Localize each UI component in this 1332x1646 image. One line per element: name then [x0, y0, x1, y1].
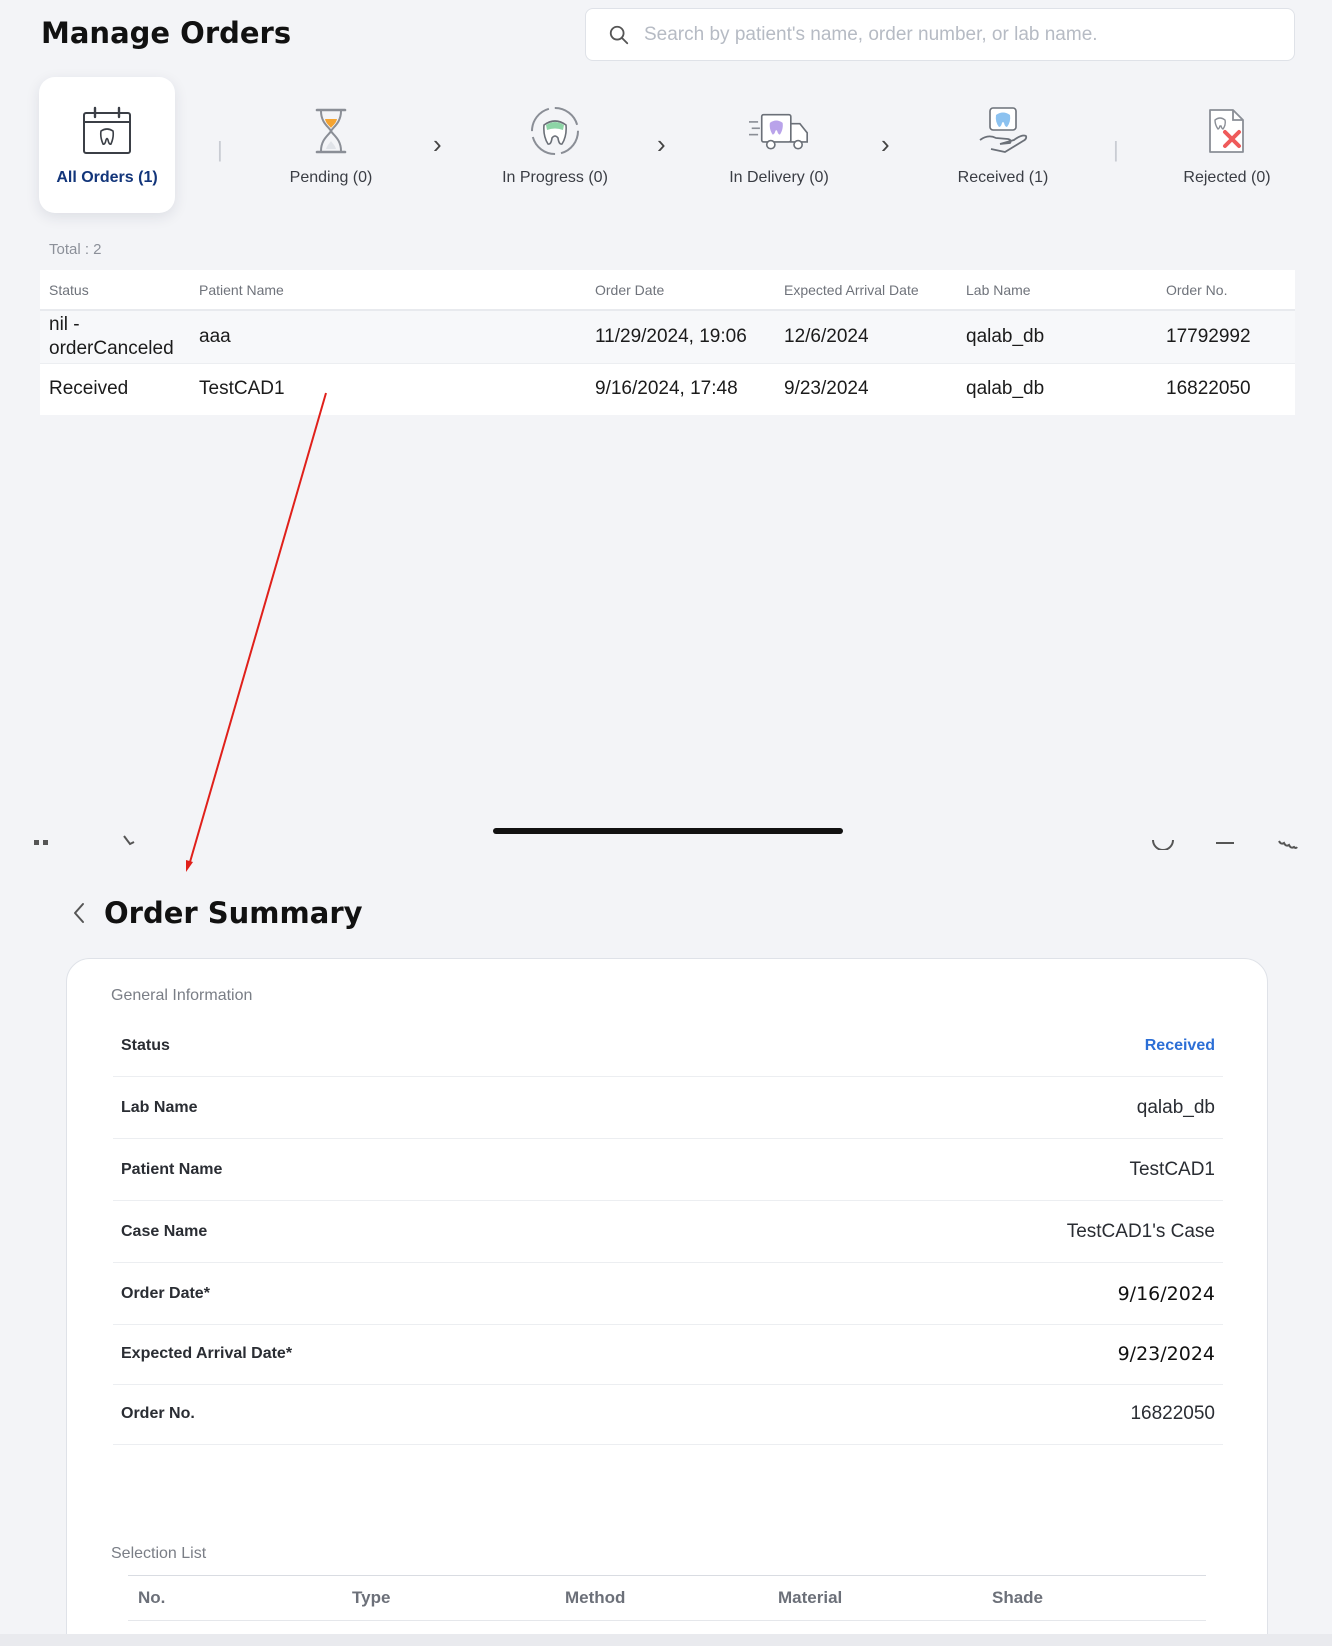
section-label-selection: Selection List [111, 1545, 207, 1562]
connection-icon [123, 835, 135, 846]
cell-status: Received [40, 362, 190, 415]
info-row-order-date: Order Date* 9/16/2024 [113, 1263, 1223, 1325]
cell-status: nil - orderCanceled [40, 310, 190, 363]
info-value: 9/23/2024 [1117, 1342, 1215, 1365]
info-row-case-name: Case Name TestCAD1's Case [113, 1201, 1223, 1263]
info-value: TestCAD1 [1129, 1158, 1215, 1180]
profile-icon [1152, 839, 1174, 850]
column-header-patient-name[interactable]: Patient Name [190, 270, 586, 311]
selection-list-header: No. Type Method Material Shade [128, 1575, 1206, 1621]
column-header-method: Method [565, 1588, 626, 1607]
cell-order-date: 9/16/2024, 17:48 [586, 362, 775, 415]
column-header-shade: Shade [992, 1588, 1044, 1607]
search-input[interactable] [644, 23, 1264, 46]
download-icon [1216, 842, 1234, 844]
signal-icon [34, 840, 48, 845]
total-count: Total : 2 [49, 241, 102, 258]
search-box[interactable] [585, 8, 1295, 61]
info-value: 16822050 [1130, 1402, 1215, 1424]
info-value: TestCAD1's Case [1066, 1220, 1215, 1242]
info-row-lab-name: Lab Name qalab_db [113, 1077, 1223, 1139]
table-row[interactable]: nil - orderCanceled aaa 11/29/2024, 19:0… [40, 310, 1295, 363]
table-header-row: Status Patient Name Order Date Expected … [40, 270, 1295, 311]
info-row-status: Status Received [113, 1015, 1223, 1077]
settings-icon [1278, 840, 1298, 849]
cell-patient: aaa [190, 310, 586, 363]
step-label: All Orders (1) [56, 169, 158, 186]
info-row-order-no: Order No. 16822050 [113, 1383, 1223, 1445]
info-key: Lab Name [121, 1098, 198, 1116]
section-label-general: General Information [111, 987, 253, 1004]
info-row-patient-name: Patient Name TestCAD1 [113, 1139, 1223, 1201]
summary-title: Order Summary [104, 896, 363, 930]
chevron-right-icon: › [657, 129, 666, 159]
column-header-order-date[interactable]: Order Date [586, 270, 775, 311]
step-in-progress[interactable]: In Progress (0) [487, 77, 623, 213]
cell-lab: qalab_db [957, 310, 1157, 363]
info-key: Status [121, 1036, 170, 1054]
order-summary-card: General Information Status Received Lab … [66, 958, 1268, 1646]
info-row-expected-arrival: Expected Arrival Date* 9/23/2024 [113, 1323, 1223, 1385]
step-label: Received (1) [957, 169, 1049, 186]
cell-lab: qalab_db [957, 362, 1157, 415]
step-all-orders[interactable]: All Orders (1) [39, 77, 175, 213]
home-indicator [493, 828, 843, 834]
orders-table: Status Patient Name Order Date Expected … [40, 270, 1295, 415]
column-header-material: Material [778, 1588, 843, 1607]
status-badge: Received [1144, 1036, 1215, 1054]
back-button[interactable] [67, 898, 91, 928]
divider: | [217, 137, 223, 162]
step-in-delivery[interactable]: In Delivery (0) [711, 77, 847, 213]
step-received[interactable]: Received (1) [935, 77, 1071, 213]
hand-tooth-icon [979, 107, 1028, 153]
info-key: Expected Arrival Date* [121, 1344, 293, 1362]
column-header-status[interactable]: Status [40, 270, 190, 311]
step-label: Pending (0) [289, 169, 373, 186]
rejected-document-icon [1209, 109, 1244, 153]
column-header-type: Type [352, 1588, 391, 1607]
step-rejected[interactable]: Rejected (0) [1159, 77, 1295, 213]
info-key: Order No. [121, 1404, 195, 1422]
cell-arrival: 12/6/2024 [775, 310, 957, 363]
page-title: Manage Orders [41, 16, 292, 50]
column-header-expected-arrival[interactable]: Expected Arrival Date [775, 270, 957, 311]
hourglass-icon [315, 108, 347, 154]
bottom-edge [0, 1634, 1332, 1646]
table-row[interactable]: Received TestCAD1 9/16/2024, 17:48 9/23/… [40, 362, 1295, 415]
column-header-order-no[interactable]: Order No. [1157, 270, 1295, 311]
cell-arrival: 9/23/2024 [775, 362, 957, 415]
calendar-tooth-icon [83, 106, 131, 154]
chevron-right-icon: › [881, 129, 890, 159]
search-icon [609, 25, 629, 44]
step-label: Rejected (0) [1183, 169, 1271, 186]
info-value: 9/16/2024 [1117, 1282, 1215, 1305]
step-pending[interactable]: Pending (0) [263, 77, 399, 213]
info-value: qalab_db [1136, 1096, 1215, 1118]
column-header-no: No. [138, 1588, 166, 1607]
column-header-lab-name[interactable]: Lab Name [957, 270, 1157, 311]
info-key: Patient Name [121, 1160, 223, 1178]
info-key: Case Name [121, 1222, 208, 1240]
cell-order-no: 17792992 [1157, 310, 1295, 363]
step-label: In Progress (0) [502, 169, 608, 186]
divider: | [1113, 137, 1119, 162]
cell-order-no: 16822050 [1157, 362, 1295, 415]
cell-patient: TestCAD1 [190, 362, 586, 415]
tooth-cycle-icon [531, 107, 579, 155]
step-label: In Delivery (0) [729, 169, 829, 186]
cell-order-date: 11/29/2024, 19:06 [586, 310, 775, 363]
info-key: Order Date* [121, 1284, 210, 1302]
delivery-truck-icon [749, 113, 808, 150]
order-status-steps: All Orders (1) | Pending (0) › In Progre… [39, 77, 1301, 213]
chevron-right-icon: › [433, 129, 442, 159]
chevron-left-icon [74, 903, 84, 923]
